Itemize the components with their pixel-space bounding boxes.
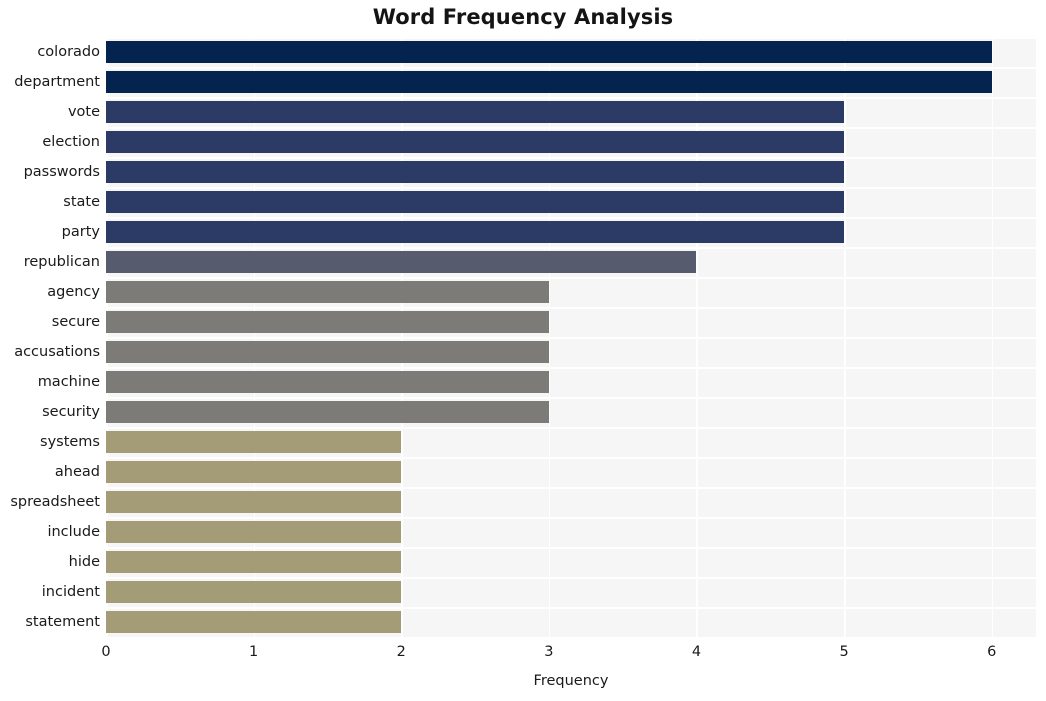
bar (106, 251, 697, 273)
bar (106, 611, 402, 633)
gridline-horizontal-19 (106, 607, 1036, 609)
x-tick-label: 6 (987, 644, 997, 660)
gridline-horizontal-5 (106, 187, 1036, 189)
y-axis-tick-labels: colorado department vote election passwords s… (0, 37, 100, 637)
x-tick-label: 4 (691, 644, 702, 660)
y-tick-label: agency (47, 284, 100, 300)
y-tick-label: secure (51, 314, 100, 330)
y-tick-label: passwords (23, 164, 100, 180)
gridline-horizontal-4 (106, 157, 1036, 159)
gridline-horizontal-1 (106, 67, 1036, 69)
y-tick-label: security (42, 404, 100, 420)
bar (106, 191, 845, 213)
gridline-horizontal-2 (106, 97, 1036, 99)
bar (106, 401, 549, 423)
gridline-horizontal-18 (106, 577, 1036, 579)
bar (106, 311, 549, 333)
gridline-horizontal-15 (106, 487, 1036, 489)
y-tick-label: accusations (14, 344, 100, 360)
gridline-horizontal-8 (106, 277, 1036, 279)
bar (106, 341, 549, 363)
x-tick-label: 2 (396, 644, 406, 660)
gridline-horizontal-10 (106, 337, 1036, 339)
gridline-horizontal-0 (106, 37, 1036, 39)
y-tick-label: machine (37, 374, 100, 390)
gridline-horizontal-12 (106, 397, 1036, 399)
bar (106, 221, 845, 243)
y-tick-label: hide (68, 554, 100, 570)
bar (106, 491, 402, 513)
bar (106, 431, 402, 453)
x-axis-tick-labels: 0 1 2 3 4 5 6 (101, 637, 1036, 667)
bar (106, 521, 402, 543)
bar (106, 581, 402, 603)
gridline-horizontal-17 (106, 547, 1036, 549)
y-tick-label: statement (25, 614, 100, 630)
y-tick-label: colorado (37, 44, 100, 60)
y-tick-label: republican (23, 254, 100, 270)
bar (106, 101, 845, 123)
plot-area (106, 37, 1036, 637)
y-tick-label: party (61, 224, 100, 240)
x-tick-label: 3 (544, 644, 554, 660)
y-tick-label: include (47, 524, 100, 540)
y-tick-label: systems (40, 434, 100, 450)
y-tick-label: election (42, 134, 100, 150)
chart-title: Word Frequency Analysis (372, 5, 674, 29)
gridline-horizontal-6 (106, 217, 1036, 219)
bar (106, 461, 402, 483)
bar (106, 551, 402, 573)
y-tick-label: ahead (54, 464, 100, 480)
gridline-horizontal-13 (106, 427, 1036, 429)
x-tick-label: 5 (839, 644, 849, 660)
y-tick-label: vote (67, 104, 100, 120)
y-tick-label: state (63, 194, 100, 210)
bar (106, 371, 549, 393)
bar (106, 41, 992, 63)
bar (106, 131, 845, 153)
x-tick-label: 0 (101, 644, 111, 660)
gridline-horizontal-14 (106, 457, 1036, 459)
gridline-horizontal-3 (106, 127, 1036, 129)
bar (106, 281, 549, 303)
y-tick-label: department (14, 74, 100, 90)
gridline-horizontal-7 (106, 247, 1036, 249)
y-tick-label: spreadsheet (10, 494, 100, 510)
word-frequency-chart: Word Frequency Analysis colorado departme… (0, 0, 1046, 701)
gridline-horizontal-9 (106, 307, 1036, 309)
x-tick-label: 1 (248, 644, 259, 660)
gridline-horizontal-11 (106, 367, 1036, 369)
y-tick-label: incident (41, 584, 100, 600)
bar (106, 161, 845, 183)
x-axis-label: Frequency (533, 673, 609, 689)
gridline-horizontal-16 (106, 517, 1036, 519)
bar (106, 71, 992, 93)
